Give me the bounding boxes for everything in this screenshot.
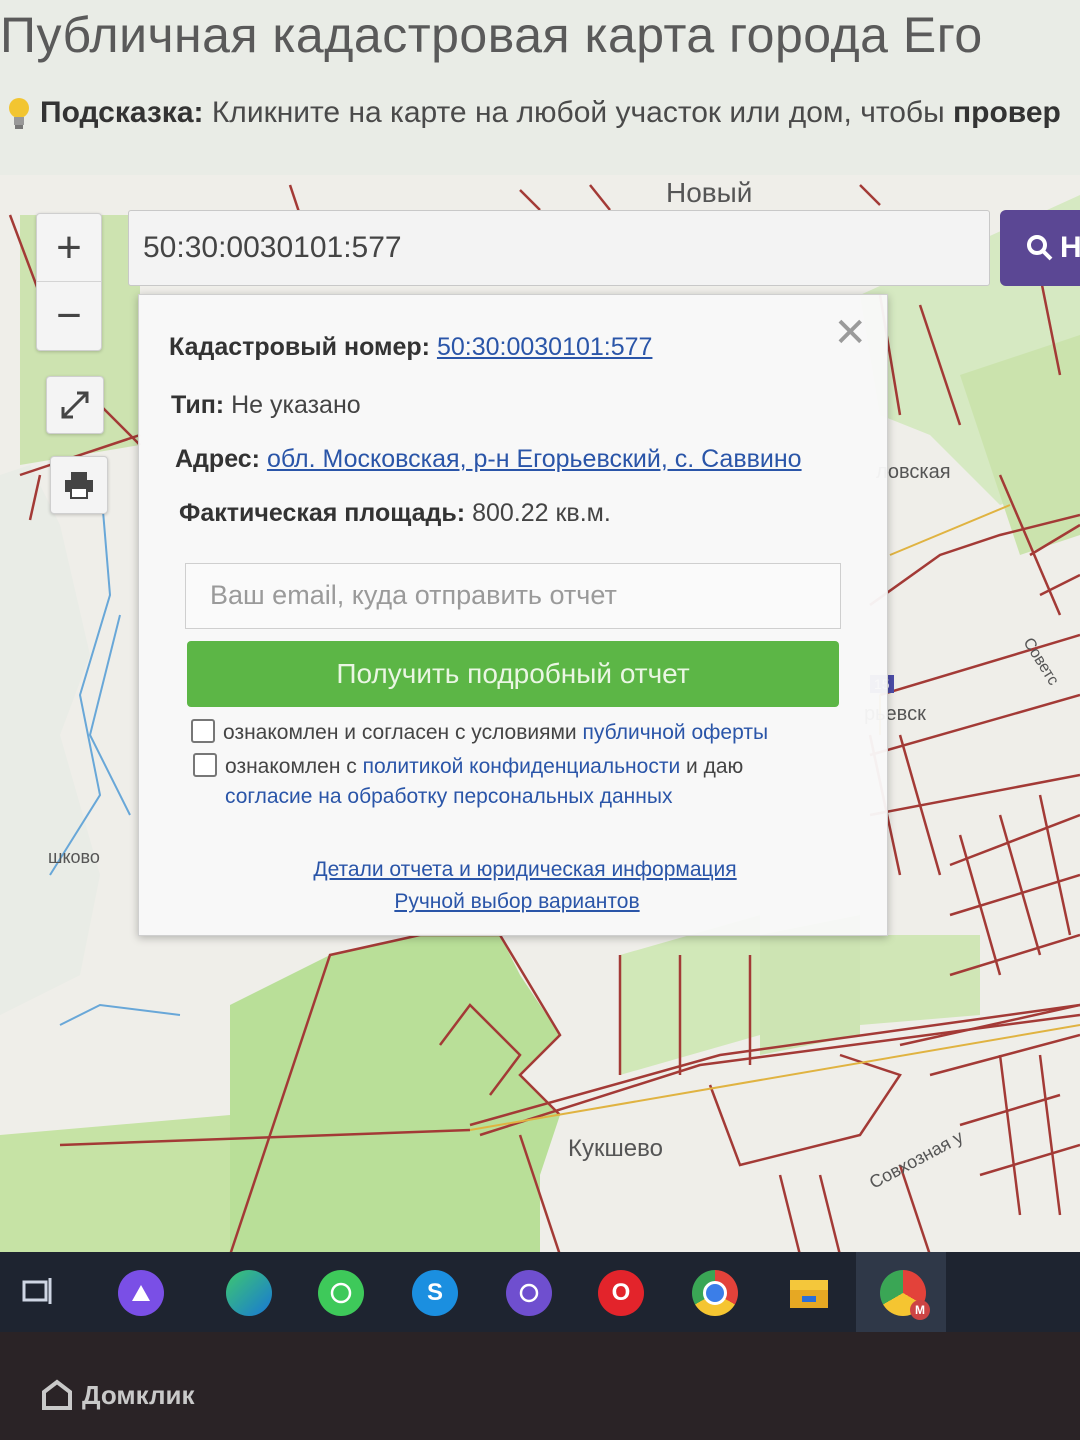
phone-icon — [330, 1282, 352, 1304]
hint-text: Кликните на карте на любой участок или д… — [203, 96, 954, 129]
expand-icon — [61, 391, 89, 419]
search-button-label: Н — [1060, 231, 1080, 264]
domclick-watermark: Домклик — [40, 1378, 194, 1412]
watermark-text: Домклик — [82, 1379, 195, 1410]
cadastral-row: Кадастровый номер: 50:30:0030101:577 — [169, 333, 652, 362]
parcel-info-popup: ✕ Кадастровый номер: 50:30:0030101:577 Т… — [138, 294, 888, 936]
search-button[interactable]: Н — [1000, 210, 1080, 286]
zoom-out-button[interactable]: − — [37, 281, 101, 349]
cadastral-label: Кадастровый номер: — [169, 333, 430, 361]
zoom-control: + − — [36, 213, 102, 351]
address-link[interactable]: обл. Московская, р-н Егорьевский, с. Сав… — [267, 445, 802, 473]
file-explorer-icon[interactable] — [786, 1270, 832, 1316]
offer-text: ознакомлен и согласен с условиями — [223, 721, 583, 744]
viber-phone-icon — [519, 1283, 539, 1303]
get-report-button[interactable]: Получить подробный отчет — [187, 641, 839, 707]
taskbar: S O M — [0, 1252, 1080, 1335]
type-value: Не указано — [231, 391, 361, 419]
alice-app-icon[interactable] — [118, 1270, 164, 1316]
whatsapp-icon[interactable] — [318, 1270, 364, 1316]
address-row: Адрес: обл. Московская, р-н Егорьевский,… — [175, 445, 802, 474]
type-label: Тип: — [171, 391, 225, 419]
type-row: Тип: Не указано — [171, 391, 361, 420]
cadastral-search-input[interactable] — [128, 210, 990, 286]
public-offer-link[interactable]: публичной оферты — [583, 721, 769, 744]
domclick-logo-icon — [42, 1379, 72, 1410]
privacy-tail: и даю — [680, 755, 744, 778]
consent-link-text[interactable]: согласие на обработку персональных данны… — [225, 785, 672, 808]
privacy-policy-link[interactable]: политикой конфиденциальности — [363, 755, 681, 778]
close-icon[interactable]: ✕ — [833, 313, 867, 353]
hint-bar: Подсказка: Кликните на карте на любой уч… — [6, 96, 1080, 132]
search-icon — [1027, 235, 1053, 261]
fullscreen-button[interactable] — [46, 376, 104, 434]
email-field[interactable]: Ваш email, куда отправить отчет — [185, 563, 841, 629]
privacy-consent-text: ознакомлен с политикой конфиденциальност… — [225, 755, 743, 779]
area-value: 800.22 кв.м. — [472, 499, 611, 527]
opera-browser-icon[interactable]: O — [598, 1270, 644, 1316]
chrome-browser-icon[interactable] — [692, 1270, 738, 1316]
page-title: Публичная кадастровая карта города Его — [0, 7, 983, 63]
chrome-profile-icon[interactable]: M — [880, 1270, 930, 1320]
place-shkovo: шково — [48, 847, 100, 867]
address-label: Адрес: — [175, 445, 260, 473]
task-view-icon[interactable] — [22, 1274, 56, 1308]
print-button[interactable] — [50, 456, 108, 514]
profile-badge: M — [910, 1300, 930, 1320]
edge-browser-icon[interactable] — [226, 1270, 272, 1316]
printer-icon — [65, 472, 93, 499]
privacy-checkbox[interactable] — [193, 753, 217, 777]
cadastral-number-link[interactable]: 50:30:0030101:577 — [437, 333, 653, 361]
hint-bold-tail: провер — [953, 96, 1061, 129]
lightbulb-icon — [9, 98, 29, 130]
chrome-center-icon — [703, 1281, 727, 1305]
hint-label: Подсказка: — [40, 96, 204, 129]
alice-triangle-icon — [132, 1285, 150, 1301]
personal-data-consent-link[interactable]: согласие на обработку персональных данны… — [225, 785, 672, 809]
place-novyi: Новый — [666, 177, 753, 208]
area-label: Фактическая площадь: — [179, 499, 466, 527]
manual-selection-link[interactable]: Ручной выбор вариантов — [143, 890, 891, 914]
report-details-link[interactable]: Детали отчета и юридическая информация — [151, 858, 899, 882]
privacy-text: ознакомлен с — [225, 755, 363, 778]
place-kukshevo: Кукшево — [568, 1135, 663, 1162]
folder-icon — [790, 1280, 828, 1308]
skype-icon[interactable]: S — [412, 1270, 458, 1316]
zoom-in-button[interactable]: + — [37, 214, 101, 281]
offer-checkbox[interactable] — [191, 719, 215, 743]
area-row: Фактическая площадь: 800.22 кв.м. — [179, 499, 611, 528]
viber-icon[interactable] — [506, 1270, 552, 1316]
offer-consent-text: ознакомлен и согласен с условиями публич… — [223, 721, 768, 745]
